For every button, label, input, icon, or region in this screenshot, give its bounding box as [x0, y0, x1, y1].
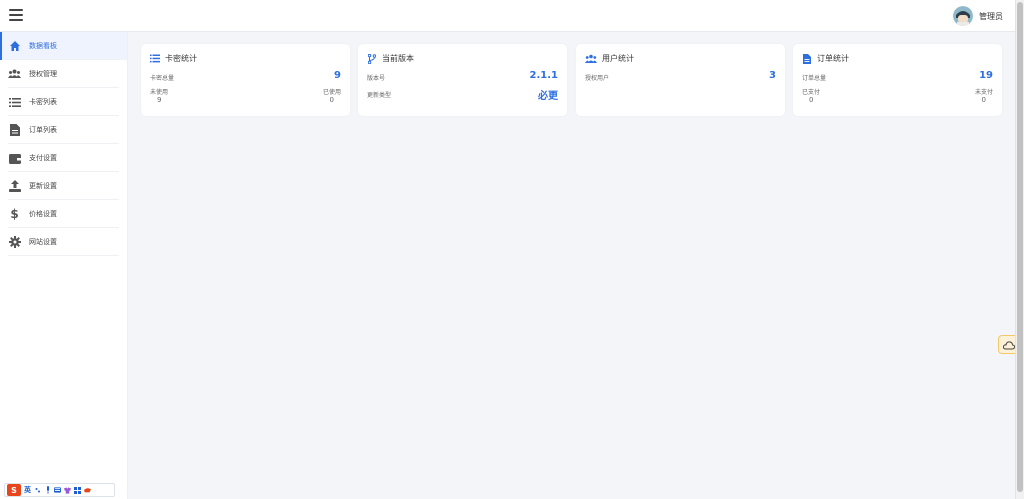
- list-icon: [8, 96, 21, 109]
- version-value: 2.1.1: [529, 70, 558, 81]
- card-title: 当前版本: [382, 54, 414, 63]
- sidebar: 数据看板 授权管理 卡密列表 订单列表 支付设置 更新设置 $ 价格设置 网站设…: [0, 32, 128, 499]
- punctuation-icon[interactable]: [34, 487, 41, 494]
- card-title: 用户统计: [602, 54, 634, 63]
- code-branch-icon: [367, 53, 377, 64]
- sidebar-item-cardkey-list[interactable]: 卡密列表: [0, 88, 127, 116]
- authorized-users-value: 3: [769, 70, 776, 81]
- sidebar-item-dashboard[interactable]: 数据看板: [0, 32, 127, 60]
- scrollbar-thumb[interactable]: [1017, 2, 1023, 492]
- toolbox-icon[interactable]: [74, 486, 81, 494]
- unpaid-value: 0: [981, 96, 986, 104]
- home-icon: [8, 40, 21, 53]
- sidebar-item-label: 网站设置: [29, 238, 57, 246]
- used-label: 已使用: [322, 89, 341, 96]
- sidebar-item-order-list[interactable]: 订单列表: [0, 116, 127, 144]
- total-value: 9: [334, 70, 341, 81]
- username[interactable]: 管理员: [979, 11, 1003, 22]
- authorized-users-label: 授权用户: [585, 75, 610, 82]
- dollar-icon: $: [10, 207, 19, 221]
- sidebar-item-label: 支付设置: [29, 154, 57, 162]
- card-title: 订单统计: [817, 54, 849, 63]
- paid-label: 已支付: [802, 89, 821, 96]
- total-value: 19: [979, 70, 993, 81]
- version-label: 版本号: [367, 75, 386, 82]
- ime-toolbar[interactable]: S 英: [4, 483, 115, 497]
- sidebar-item-site-settings[interactable]: 网站设置: [0, 228, 127, 256]
- ime-logo[interactable]: S: [7, 484, 21, 496]
- users-icon: [585, 54, 597, 64]
- ime-language-toggle[interactable]: 英: [24, 485, 31, 495]
- update-type-label: 更新类型: [367, 92, 392, 99]
- keyboard-icon[interactable]: [54, 487, 61, 494]
- sidebar-item-label: 卡密列表: [29, 98, 57, 106]
- avatar[interactable]: [953, 6, 973, 26]
- sidebar-item-price-settings[interactable]: $ 价格设置: [0, 200, 127, 228]
- file-icon: [802, 53, 812, 64]
- user-menu[interactable]: 管理员: [953, 6, 1003, 26]
- microphone-icon[interactable]: [44, 486, 51, 494]
- skin-icon[interactable]: [64, 486, 71, 494]
- sidebar-item-label: 数据看板: [29, 42, 57, 50]
- users-icon: [8, 68, 21, 81]
- total-label: 卡密总量: [150, 75, 175, 82]
- gear-icon: [8, 236, 21, 249]
- sidebar-item-label: 价格设置: [29, 210, 57, 218]
- hamburger-menu-icon[interactable]: [9, 9, 23, 23]
- total-label: 订单总量: [802, 75, 827, 82]
- cardkey-stats-card: 卡密统计 卡密总量 9 未使用 9 已使用 0: [141, 44, 350, 116]
- version-card: 当前版本 版本号 2.1.1 更新类型 必更: [358, 44, 567, 116]
- sidebar-item-authorization[interactable]: 授权管理: [0, 60, 127, 88]
- scrollbar[interactable]: [1015, 0, 1024, 499]
- sidebar-item-label: 授权管理: [29, 70, 57, 78]
- unpaid-label: 未支付: [974, 89, 993, 96]
- used-value: 0: [329, 96, 334, 104]
- card-title: 卡密统计: [165, 54, 197, 63]
- cloud-icon: [1002, 335, 1015, 354]
- top-bar: 管理员: [0, 0, 1015, 32]
- upload-icon: [8, 180, 21, 193]
- sidebar-item-payment-settings[interactable]: 支付设置: [0, 144, 127, 172]
- unused-value: 9: [157, 96, 162, 104]
- sidebar-item-label: 订单列表: [29, 126, 57, 134]
- file-icon: [8, 124, 21, 137]
- wallet-icon: [8, 152, 21, 165]
- sidebar-item-label: 更新设置: [29, 182, 57, 190]
- paid-value: 0: [809, 96, 814, 104]
- unused-label: 未使用: [150, 89, 169, 96]
- update-type-value: 必更: [538, 91, 558, 102]
- list-icon: [150, 54, 160, 64]
- order-stats-card: 订单统计 订单总量 19 已支付 0 未支付 0: [793, 44, 1002, 116]
- user-stats-card: 用户统计 授权用户 3: [576, 44, 785, 116]
- sidebar-item-update-settings[interactable]: 更新设置: [0, 172, 127, 200]
- more-icon[interactable]: [84, 487, 91, 494]
